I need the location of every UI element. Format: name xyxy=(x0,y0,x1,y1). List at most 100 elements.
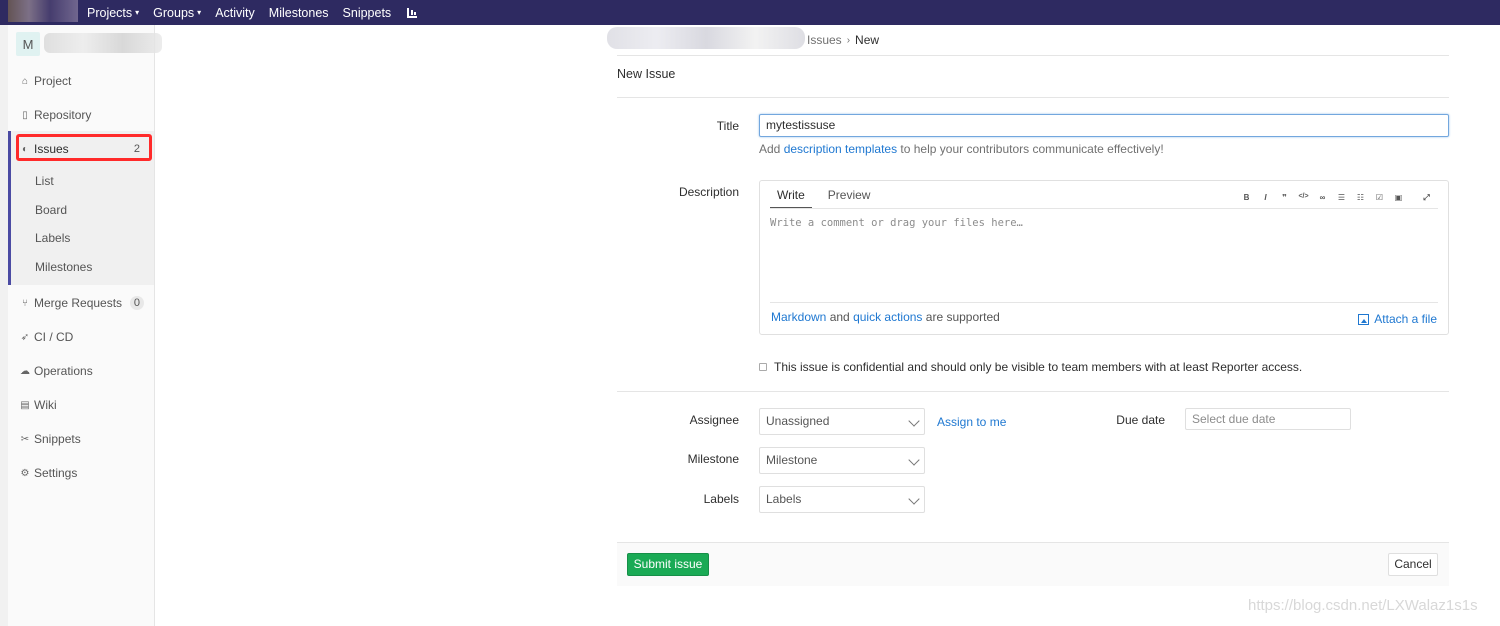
chevron-down-icon: ▾ xyxy=(135,8,140,17)
attach-file-label: Attach a file xyxy=(1374,312,1437,326)
description-label: Description xyxy=(678,185,739,199)
nav-milestones[interactable]: Milestones xyxy=(269,6,329,20)
confidential-label: This issue is confidential and should on… xyxy=(774,360,1303,374)
scissors-icon: ✂ xyxy=(20,433,30,445)
attach-file-button[interactable]: Attach a file xyxy=(1358,312,1437,326)
sidebar-item-project[interactable]: ⌂ Project xyxy=(8,66,154,96)
editor-tabs: Write Preview xyxy=(770,181,886,209)
cloud-icon: ☁ xyxy=(20,365,30,377)
book-icon: ▤ xyxy=(20,399,30,411)
project-name-redacted[interactable] xyxy=(44,33,162,53)
title-label: Title xyxy=(716,119,739,133)
chevron-down-icon xyxy=(908,454,920,466)
description-textarea[interactable]: Write a comment or drag your files here… xyxy=(770,217,1023,229)
bold-icon[interactable]: B xyxy=(1237,193,1256,203)
assign-to-me-link[interactable]: Assign to me xyxy=(937,415,1006,429)
numbered-list-icon[interactable]: ☷ xyxy=(1351,193,1370,203)
breadcrumb-redacted xyxy=(607,27,805,49)
editor-footer-text: Markdown and quick actions are supported xyxy=(771,310,1000,324)
nav-groups-label: Groups xyxy=(153,5,195,20)
nav-groups[interactable]: Groups ▾ xyxy=(153,6,201,20)
milestone-value: Milestone xyxy=(766,453,818,467)
sidebar-item-label: Snippets xyxy=(34,432,81,446)
sidebar-item-ci-cd[interactable]: ➶ CI / CD xyxy=(8,322,154,352)
divider xyxy=(617,391,1449,392)
nav-projects[interactable]: Projects ▾ xyxy=(87,6,139,20)
table-icon[interactable]: ▣ xyxy=(1389,193,1408,203)
labels-value: Labels xyxy=(766,492,802,506)
issues-highlight-annotation xyxy=(16,134,152,161)
markdown-toolbar: B I ❞ </> ∞ ☰ ☷ ☑ ▣ ⤢ xyxy=(1237,193,1436,203)
breadcrumb-issues[interactable]: Issues xyxy=(807,33,842,47)
home-icon: ⌂ xyxy=(21,75,29,87)
sidebar-item-wiki[interactable]: ▤ Wiki xyxy=(8,390,154,420)
helper-suffix: to help your contributors communicate ef… xyxy=(897,142,1164,156)
editor-footer-divider xyxy=(770,302,1438,303)
italic-icon[interactable]: I xyxy=(1256,193,1275,203)
breadcrumb-separator: › xyxy=(846,34,851,46)
sidebar-item-label: Repository xyxy=(34,108,92,122)
assignee-dropdown[interactable]: Unassigned xyxy=(759,408,925,435)
sidebar-item-operations[interactable]: ☁ Operations xyxy=(8,356,154,386)
sidebar-subitem-labels[interactable]: Labels xyxy=(35,231,70,245)
chevron-down-icon xyxy=(908,493,920,505)
supported-text: are supported xyxy=(922,310,1000,324)
tab-preview[interactable]: Preview xyxy=(821,181,878,209)
chevron-down-icon: ▾ xyxy=(197,8,202,17)
assignee-value: Unassigned xyxy=(766,414,830,428)
image-icon xyxy=(1358,313,1370,325)
cancel-button[interactable]: Cancel xyxy=(1388,553,1438,576)
sidebar-item-settings[interactable]: ⚙ Settings xyxy=(8,458,154,488)
nav-snippets[interactable]: Snippets xyxy=(343,6,392,20)
breadcrumb-current: New xyxy=(855,33,880,47)
quote-icon[interactable]: ❞ xyxy=(1275,193,1294,203)
labels-dropdown[interactable]: Labels xyxy=(759,486,925,513)
due-date-label: Due date xyxy=(1116,413,1165,427)
confidential-checkbox[interactable] xyxy=(759,363,767,371)
fullscreen-icon[interactable]: ⤢ xyxy=(1417,193,1436,203)
sidebar-item-snippets[interactable]: ✂ Snippets xyxy=(8,424,154,454)
description-templates-link[interactable]: description templates xyxy=(784,142,897,156)
nav-activity[interactable]: Activity xyxy=(215,6,255,20)
assignee-label: Assignee xyxy=(689,413,739,427)
merge-icon: ⑂ xyxy=(22,297,28,309)
milestone-label: Milestone xyxy=(687,452,739,466)
description-editor: Write Preview B I ❞ </> ∞ ☰ ☷ ☑ ▣ ⤢ Writ… xyxy=(759,180,1449,335)
quick-actions-link[interactable]: quick actions xyxy=(853,310,922,324)
gitlab-logo[interactable] xyxy=(8,0,78,22)
task-list-icon[interactable]: ☑ xyxy=(1370,193,1389,203)
nav-links: Projects ▾ Groups ▾ Activity Milestones Sn… xyxy=(87,0,418,25)
chevron-down-icon xyxy=(908,415,920,427)
page-title: New Issue xyxy=(617,67,676,81)
form-actions: Submit issue Cancel xyxy=(617,542,1449,586)
due-date-input[interactable]: Select due date xyxy=(1185,408,1351,430)
sidebar-subitem-milestones[interactable]: Milestones xyxy=(35,260,92,274)
rocket-icon: ➶ xyxy=(20,331,30,343)
and-text: and xyxy=(826,310,854,324)
sidebar-item-label: Wiki xyxy=(34,398,57,412)
sidebar-item-label: Merge Requests xyxy=(34,296,123,310)
file-icon: ▯ xyxy=(22,109,28,121)
watermark: https://blog.csdn.net/LXWalaz1s1s xyxy=(1248,597,1478,614)
merge-count-badge: 0 xyxy=(129,296,144,310)
milestone-dropdown[interactable]: Milestone xyxy=(759,447,925,474)
divider xyxy=(617,97,1449,98)
title-helper-text: Add description templates to help your c… xyxy=(759,142,1164,156)
tabs-divider xyxy=(770,208,1438,209)
code-icon[interactable]: </> xyxy=(1294,193,1313,203)
submit-issue-button[interactable]: Submit issue xyxy=(627,553,709,576)
sidebar-item-repository[interactable]: ▯ Repository xyxy=(8,100,154,130)
markdown-link[interactable]: Markdown xyxy=(771,310,826,324)
bar-chart-icon[interactable] xyxy=(407,7,418,18)
link-icon[interactable]: ∞ xyxy=(1313,193,1332,203)
bullet-list-icon[interactable]: ☰ xyxy=(1332,193,1351,203)
sidebar-subitem-board[interactable]: Board xyxy=(35,203,67,217)
title-input[interactable]: mytestissuse xyxy=(759,114,1449,137)
project-sidebar: M ⌂ Project ▯ Repository ◐ Issues 2 List Bo… xyxy=(8,25,162,626)
sidebar-subitem-list[interactable]: List xyxy=(35,174,54,188)
sidebar-item-merge-requests[interactable]: ⑂ Merge Requests 0 xyxy=(8,288,154,318)
labels-label: Labels xyxy=(703,492,739,506)
tab-write[interactable]: Write xyxy=(770,181,812,209)
top-navbar: Projects ▾ Groups ▾ Activity Milestones Sn… xyxy=(0,0,1500,25)
project-avatar[interactable]: M xyxy=(16,32,40,56)
